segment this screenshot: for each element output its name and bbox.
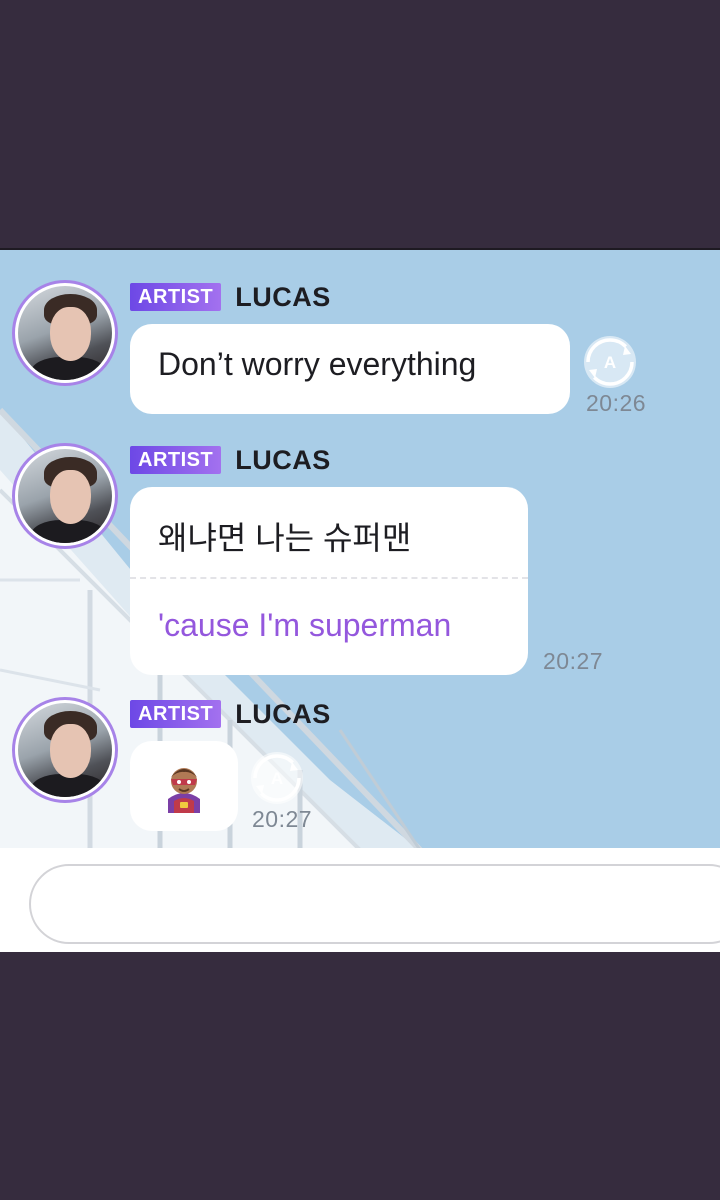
message-text: 왜냐면 나는 슈퍼맨 [158,520,412,556]
message-bubble-translated[interactable]: 왜냐면 나는 슈퍼맨 'cause I'm superman [130,487,528,675]
translation-divider [130,577,528,579]
sticker-bubble[interactable] [130,741,238,831]
message-timestamp: 20:27 [543,648,604,674]
message-timestamp: 20:27 [252,806,313,832]
message-bubble[interactable]: Don’t worry everything [130,324,570,414]
message-input-bar [0,848,720,952]
svg-text:A: A [604,353,616,372]
sender-line: ARTIST LUCAS [130,282,331,312]
chat-panel: ARTIST LUCAS Don’t worry everything A 20… [0,248,720,850]
sender-avatar[interactable] [12,443,118,549]
superhero-emoji [168,768,200,813]
artist-badge: ARTIST [130,283,222,311]
artist-badge: ARTIST [130,700,222,728]
translate-icon[interactable]: A [251,752,303,804]
avatar-photo [18,449,112,543]
avatar-photo [18,286,112,380]
translate-glyph: A [253,754,301,802]
message-input[interactable] [29,864,720,944]
sender-name[interactable]: LUCAS [235,699,331,730]
sender-line: ARTIST LUCAS [130,445,331,475]
translation-text: 'cause I'm superman [158,607,452,643]
sender-avatar[interactable] [12,280,118,386]
svg-text:A: A [271,769,283,788]
translate-icon[interactable]: A [584,336,636,388]
sender-avatar[interactable] [12,697,118,803]
artist-badge: ARTIST [130,446,222,474]
sender-name[interactable]: LUCAS [235,282,331,313]
sender-line: ARTIST LUCAS [130,699,331,729]
avatar-photo [18,703,112,797]
message-text: Don’t worry everything [158,346,477,382]
sender-name[interactable]: LUCAS [235,445,331,476]
translate-glyph: A [586,338,634,386]
message-timestamp: 20:26 [586,390,647,416]
